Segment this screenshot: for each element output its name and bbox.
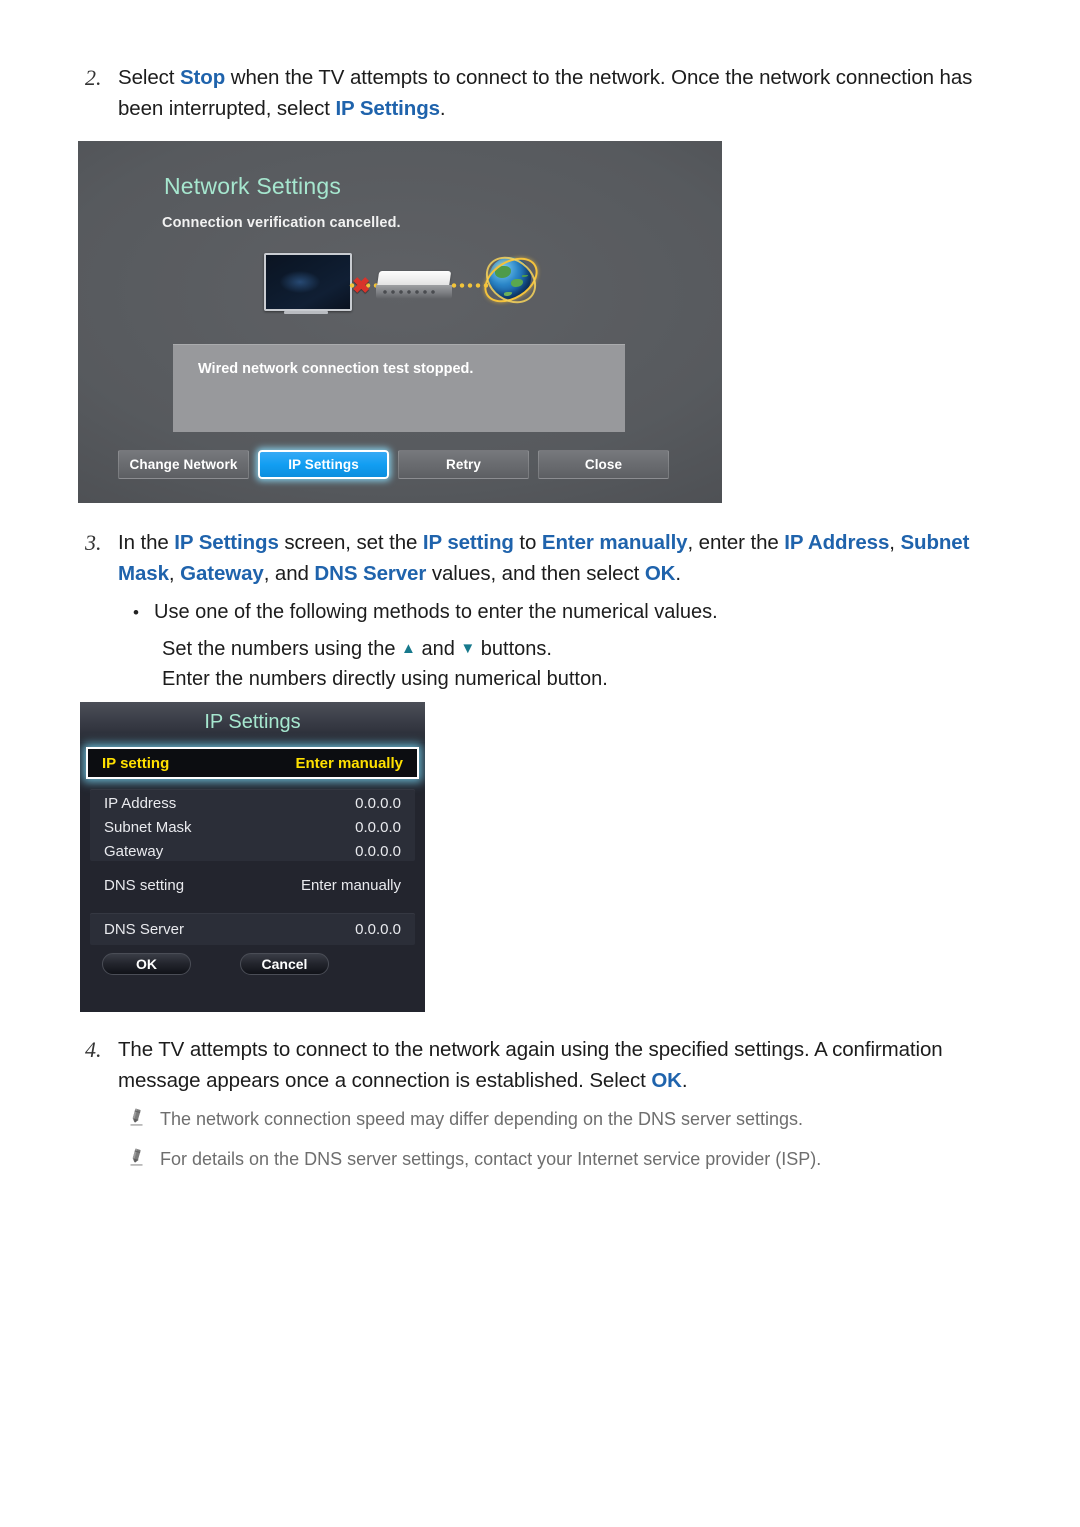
- ip-settings-button-row: OK Cancel: [102, 953, 329, 975]
- inline-term: IP Settings: [335, 97, 440, 120]
- inline-text: ,: [889, 531, 901, 554]
- inline-text: .: [681, 1069, 688, 1092]
- step-2-text: Select Stop when the TV attempts to conn…: [118, 62, 1008, 124]
- bullet-marker: •: [133, 603, 139, 622]
- dns-setting-label: DNS setting: [104, 877, 185, 894]
- note-2-text: For details on the DNS server settings, …: [160, 1149, 822, 1169]
- router-ports: [376, 285, 452, 299]
- note-2: For details on the DNS server settings, …: [114, 1145, 1014, 1173]
- step-3-bullet: • Use one of the following methods to en…: [118, 597, 1008, 628]
- pencil-icon: [114, 1105, 160, 1127]
- tv-device-icon: [264, 253, 352, 314]
- inline-text: , enter the: [687, 531, 785, 554]
- dns-setting-value: Enter manually: [300, 877, 401, 894]
- step-2-number: 2.: [85, 65, 102, 90]
- down-arrow-icon: ▼: [460, 640, 476, 657]
- note-1: The network connection speed may differ …: [114, 1105, 1014, 1133]
- network-settings-message-box: Wired network connection test stopped.: [173, 344, 625, 432]
- inline-text: The TV attempts to connect to the networ…: [118, 1038, 943, 1092]
- inline-term: IP setting: [422, 531, 514, 554]
- inline-text: In the: [118, 531, 175, 554]
- gateway-row[interactable]: Gateway 0.0.0.0: [90, 839, 415, 863]
- red-x-icon: ✖: [352, 273, 371, 298]
- ip-setting-row-selected[interactable]: IP setting Enter manually: [86, 747, 419, 779]
- step-3-bullet-text: Use one of the following methods to ente…: [154, 601, 718, 623]
- inline-text: , and: [263, 562, 315, 585]
- ip-address-label: IP Address: [104, 794, 177, 812]
- dns-server-row[interactable]: DNS Server 0.0.0.0: [90, 917, 415, 941]
- subline-1-after: buttons.: [475, 638, 552, 660]
- inline-text: .: [675, 562, 681, 585]
- ip-settings-screenshot: IP Settings IP setting Enter manually IP…: [80, 702, 425, 1012]
- step-3: 3. In the IP Settings screen, set the IP…: [78, 527, 1008, 589]
- inline-text: to: [513, 531, 542, 554]
- router-icon: [376, 271, 452, 301]
- change-network-button[interactable]: Change Network: [118, 450, 249, 479]
- step-3-number: 3.: [85, 530, 102, 555]
- inline-term: Stop: [179, 66, 226, 89]
- dns-server-group: DNS Server 0.0.0.0: [90, 913, 415, 945]
- ip-address-row[interactable]: IP Address 0.0.0.0: [90, 791, 415, 815]
- tv-screen-glow: [280, 271, 320, 293]
- gateway-label: Gateway: [104, 842, 164, 860]
- network-settings-message: Wired network connection test stopped.: [198, 361, 474, 377]
- inline-term: Gateway: [180, 562, 264, 585]
- inline-term: Enter manually: [541, 531, 688, 554]
- step-3-text: In the IP Settings screen, set the IP se…: [118, 527, 1008, 589]
- globe-internet-icon: [476, 247, 546, 313]
- inline-text: ,: [168, 562, 181, 585]
- dns-server-label: DNS Server: [104, 920, 185, 938]
- note-1-text: The network connection speed may differ …: [160, 1109, 804, 1129]
- inline-text: Select: [118, 66, 180, 89]
- close-button[interactable]: Close: [538, 450, 669, 479]
- network-settings-subtitle: Connection verification cancelled.: [162, 215, 401, 231]
- ip-address-value: 0.0.0.0: [355, 794, 401, 812]
- network-settings-screenshot: Network Settings Connection verification…: [78, 141, 722, 503]
- step-3-subline-1: Set the numbers using the ▲ and ▼ button…: [162, 633, 552, 665]
- subline-1-before: Set the numbers using the: [162, 638, 402, 660]
- pencil-icon: [114, 1145, 160, 1167]
- network-settings-button-row: Change Network IP Settings Retry Close: [118, 450, 669, 479]
- retry-button[interactable]: Retry: [398, 450, 529, 479]
- dns-server-value: 0.0.0.0: [355, 920, 401, 938]
- subnet-mask-row[interactable]: Subnet Mask 0.0.0.0: [90, 815, 415, 839]
- gateway-value: 0.0.0.0: [355, 842, 401, 860]
- dns-setting-row[interactable]: DNS setting Enter manually: [90, 877, 415, 901]
- network-settings-title: Network Settings: [164, 173, 342, 199]
- step-4-number: 4.: [85, 1037, 102, 1062]
- step-3-subline-2: Enter the numbers directly using numeric…: [162, 668, 608, 690]
- ip-settings-button[interactable]: IP Settings: [258, 450, 389, 479]
- inline-term: OK: [651, 1069, 682, 1092]
- ok-button[interactable]: OK: [102, 953, 191, 975]
- inline-term: DNS Server: [314, 562, 427, 585]
- inline-text: .: [439, 97, 446, 120]
- inline-term: OK: [644, 562, 676, 585]
- subnet-mask-label: Subnet Mask: [104, 818, 192, 836]
- cancel-button[interactable]: Cancel: [240, 953, 329, 975]
- step-4: 4. The TV attempts to connect to the net…: [78, 1034, 998, 1096]
- up-arrow-icon: ▲: [401, 640, 416, 657]
- step-2: 2. Select Stop when the TV attempts to c…: [78, 62, 1008, 124]
- inline-text: values, and then select: [426, 562, 645, 585]
- ip-setting-value: Enter manually: [295, 754, 403, 772]
- ip-settings-header: IP Settings: [80, 702, 425, 742]
- inline-text: when the TV attempts to connect to the n…: [118, 66, 973, 120]
- subline-1-mid: and: [415, 638, 461, 660]
- inline-term: IP Settings: [174, 531, 279, 554]
- globe-orbit-ring-2: [476, 247, 546, 313]
- inline-text: screen, set the: [278, 531, 423, 554]
- ip-settings-title: IP Settings: [204, 710, 301, 733]
- ip-setting-label: IP setting: [102, 754, 170, 772]
- inline-term: IP Address: [784, 531, 890, 554]
- ip-address-group: IP Address 0.0.0.0 Subnet Mask 0.0.0.0 G…: [90, 789, 415, 861]
- step-4-text: The TV attempts to connect to the networ…: [118, 1034, 998, 1096]
- subnet-mask-value: 0.0.0.0: [355, 818, 401, 836]
- network-illustration: ✖: [264, 247, 546, 321]
